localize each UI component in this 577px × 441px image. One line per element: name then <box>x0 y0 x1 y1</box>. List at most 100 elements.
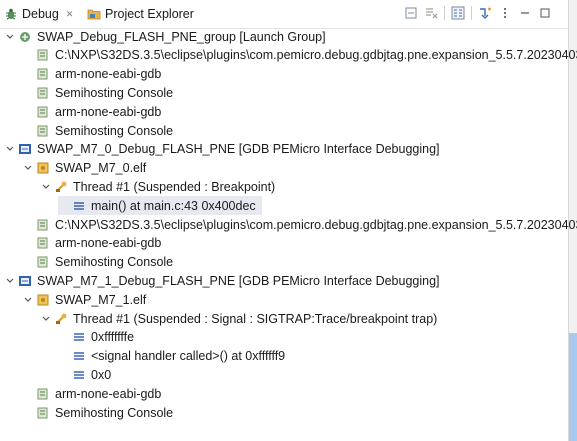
tree-item[interactable]: SWAP_M7_1_Debug_FLASH_PNE [GDB PEMicro I… <box>4 271 440 290</box>
tree-item-label: SWAP_M7_1.elf <box>55 292 147 307</box>
tree-item[interactable]: 0xfffffffe <box>58 328 134 347</box>
remove-terminated-icon[interactable] <box>424 6 438 20</box>
tree-item-label: 0x0 <box>91 367 112 382</box>
launch-config-icon <box>18 142 32 156</box>
tree-item-label: SWAP_M7_1_Debug_FLASH_PNE [GDB PEMicro I… <box>37 273 440 288</box>
process-icon <box>36 124 50 138</box>
tree-item[interactable]: SWAP_Debug_FLASH_PNE_group [Launch Group… <box>4 27 326 46</box>
tree-item-label: C:\NXP\S32DS.3.5\eclipse\plugins\com.pem… <box>55 217 577 232</box>
toolbar-separator <box>444 6 445 20</box>
thread-icon <box>54 312 68 326</box>
process-icon <box>36 86 50 100</box>
tab-debug-label: Debug <box>22 7 59 21</box>
debug-target-icon <box>36 161 50 175</box>
stack-frame-icon <box>72 349 86 363</box>
stack-frame-icon <box>72 368 86 382</box>
tree-item-label: arm-none-eabi-gdb <box>55 236 162 251</box>
debug-target-icon <box>36 293 50 307</box>
view-toolbar <box>404 6 552 20</box>
stack-frame-icon <box>72 330 86 344</box>
expand-toggle-icon[interactable] <box>22 162 34 174</box>
tab-project-explorer-label: Project Explorer <box>105 7 194 21</box>
tree-item[interactable]: arm-none-eabi-gdb <box>22 234 161 253</box>
tree-item-label: Thread #1 (Suspended : Signal : SIGTRAP:… <box>73 311 438 326</box>
process-icon <box>36 48 50 62</box>
tree-item-label: 0xfffffffe <box>91 330 135 345</box>
tree-item[interactable]: arm-none-eabi-gdb <box>22 384 161 403</box>
tree-item[interactable]: Thread #1 (Suspended : Signal : SIGTRAP:… <box>40 309 437 328</box>
tree-item[interactable]: Semihosting Console <box>22 83 173 102</box>
tree-item-label: <signal handler called>() at 0xffffff9 <box>91 349 286 364</box>
tree-item-label: arm-none-eabi-gdb <box>55 104 162 119</box>
tree-item-label: Semihosting Console <box>55 85 174 100</box>
tree-item[interactable]: C:\NXP\S32DS.3.5\eclipse\plugins\com.pem… <box>22 215 577 234</box>
tree-item[interactable]: arm-none-eabi-gdb <box>22 102 161 121</box>
launch-group-icon <box>18 30 32 44</box>
tab-project-explorer[interactable]: Project Explorer <box>87 5 194 23</box>
tree-item-label: C:\NXP\S32DS.3.5\eclipse\plugins\com.pem… <box>55 48 577 63</box>
toolbar-separator <box>471 6 472 20</box>
tree-item[interactable]: <signal handler called>() at 0xffffff9 <box>58 347 285 366</box>
collapse-all-icon[interactable] <box>404 6 418 20</box>
view-tab-bar: Debug ✕ Project Explorer <box>0 0 568 29</box>
tree-item[interactable]: Semihosting Console <box>22 253 173 272</box>
tree-item[interactable]: Semihosting Console <box>22 403 173 422</box>
tree-item[interactable]: 0x0 <box>58 365 111 384</box>
thread-icon <box>54 180 68 194</box>
scrollbar-thumb[interactable] <box>569 333 577 441</box>
minimize-icon[interactable] <box>518 6 532 20</box>
tree-item-label: Semihosting Console <box>55 405 174 420</box>
expand-toggle-icon[interactable] <box>40 181 52 193</box>
expand-toggle-icon[interactable] <box>4 31 16 43</box>
tree-item-label: arm-none-eabi-gdb <box>55 386 162 401</box>
process-icon <box>36 236 50 250</box>
process-icon <box>36 387 50 401</box>
tree-item-label: main() at main.c:43 0x400dec <box>91 198 256 213</box>
process-icon <box>36 406 50 420</box>
expand-toggle-icon[interactable] <box>22 294 34 306</box>
view-menu-icon[interactable] <box>498 6 512 20</box>
tree-item[interactable]: SWAP_M7_0_Debug_FLASH_PNE [GDB PEMicro I… <box>4 140 440 159</box>
project-explorer-icon <box>87 7 101 21</box>
tree-item-label: arm-none-eabi-gdb <box>55 67 162 82</box>
tree-item[interactable]: arm-none-eabi-gdb <box>22 65 161 84</box>
process-icon <box>36 105 50 119</box>
expand-toggle-icon[interactable] <box>4 275 16 287</box>
tree-item[interactable]: Semihosting Console <box>22 121 173 140</box>
tree-item[interactable]: SWAP_M7_1.elf <box>22 290 146 309</box>
tree-item-label: SWAP_M7_0_Debug_FLASH_PNE [GDB PEMicro I… <box>37 142 440 157</box>
tab-debug[interactable]: Debug ✕ <box>4 5 73 23</box>
tree-item-label: SWAP_M7_0.elf <box>55 161 147 176</box>
tree-item[interactable]: C:\NXP\S32DS.3.5\eclipse\plugins\com.pem… <box>22 46 577 65</box>
process-icon <box>36 255 50 269</box>
close-tab-icon[interactable]: ✕ <box>66 9 74 20</box>
tree-item-label: Semihosting Console <box>55 123 174 138</box>
step-into-icon[interactable] <box>478 6 492 20</box>
tree-item-label: Semihosting Console <box>55 255 174 270</box>
process-icon <box>36 67 50 81</box>
expand-toggle-icon[interactable] <box>40 313 52 325</box>
launch-config-icon <box>18 274 32 288</box>
tree-item[interactable]: Thread #1 (Suspended : Breakpoint) <box>40 177 275 196</box>
expand-toggle-icon[interactable] <box>4 143 16 155</box>
tree-item[interactable]: main() at main.c:43 0x400dec <box>58 196 262 216</box>
tree-item-label: Thread #1 (Suspended : Breakpoint) <box>73 179 276 194</box>
debug-view-layout-icon[interactable] <box>451 6 465 20</box>
stack-frame-icon <box>72 199 86 213</box>
maximize-icon[interactable] <box>538 6 552 20</box>
tree-item[interactable]: SWAP_M7_0.elf <box>22 159 146 178</box>
